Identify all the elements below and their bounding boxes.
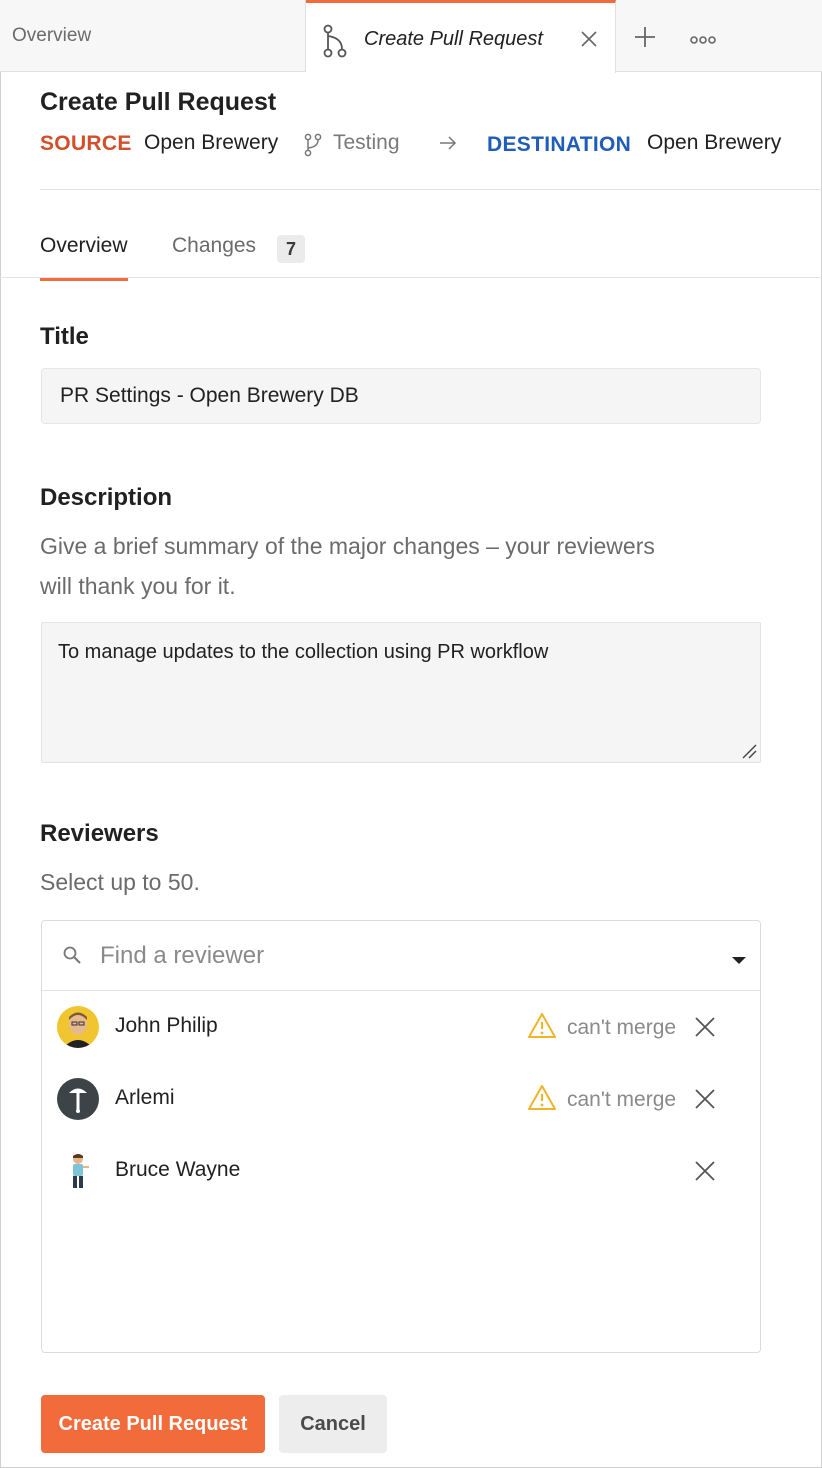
reviewer-row: John Philip can't merge <box>42 992 760 1064</box>
reviewer-search[interactable] <box>42 921 760 991</box>
remove-reviewer-icon[interactable] <box>694 1160 716 1187</box>
reviewer-status: can't merge <box>567 1088 677 1111</box>
plus-icon[interactable] <box>633 25 657 54</box>
search-icon <box>62 945 82 970</box>
tab-overview[interactable]: Overview <box>0 0 306 72</box>
reviewers-label: Reviewers <box>40 820 159 847</box>
description-label: Description <box>40 484 173 511</box>
tab-active-label: Create Pull Request <box>364 28 543 50</box>
reviewer-name: Bruce Wayne <box>115 1158 241 1181</box>
more-icon[interactable] <box>690 32 716 50</box>
branch-name: Testing <box>333 131 400 154</box>
branch-icon <box>322 24 348 63</box>
cancel-button[interactable]: Cancel <box>279 1395 387 1453</box>
remove-reviewer-icon[interactable] <box>694 1016 716 1043</box>
tab-overview-label: Overview <box>12 25 92 46</box>
reviewer-row: Arlemi can't merge <box>42 1064 760 1136</box>
caret-down-icon[interactable] <box>732 952 746 970</box>
avatar <box>57 1006 99 1048</box>
description-help-line-1: Give a brief summary of the major change… <box>40 533 655 559</box>
reviewer-picker: John Philip can't merge Arlem <box>41 920 761 1353</box>
warning-icon <box>527 1084 557 1116</box>
resize-handle-icon[interactable] <box>741 743 757 764</box>
reviewer-status: can't merge <box>567 1016 677 1039</box>
subtab-bar: Overview Changes 7 <box>0 230 822 281</box>
branch-icon <box>304 133 322 162</box>
reviewer-row: Bruce Wayne <box>42 1136 760 1208</box>
destination-value: Open Brewery <box>647 131 782 154</box>
warning-icon <box>527 1012 557 1044</box>
arrow-right-icon <box>438 135 458 156</box>
tab-changes[interactable]: Changes <box>172 234 256 258</box>
avatar <box>57 1078 99 1120</box>
reviewer-name: Arlemi <box>115 1086 175 1109</box>
avatar <box>57 1150 99 1192</box>
divider <box>40 189 822 190</box>
tab-overview-content[interactable]: Overview <box>40 234 128 281</box>
page-title: Create Pull Request <box>40 88 277 116</box>
changes-count-badge: 7 <box>277 235 305 263</box>
create-pull-request-button[interactable]: Create Pull Request <box>41 1395 265 1453</box>
tab-bar: Overview Create Pull Request <box>0 0 822 73</box>
description-textarea[interactable]: To manage updates to the collection usin… <box>41 622 761 763</box>
reviewers-help: Select up to 50. <box>40 869 200 895</box>
remove-reviewer-icon[interactable] <box>694 1088 716 1115</box>
tab-create-pull-request[interactable]: Create Pull Request <box>306 0 616 73</box>
title-input[interactable] <box>41 368 761 424</box>
description-help-line-2: will thank you for it. <box>40 573 236 599</box>
title-label: Title <box>40 323 89 350</box>
close-icon[interactable] <box>580 30 598 53</box>
source-label: SOURCE <box>40 132 132 155</box>
source-value: Open Brewery <box>144 131 279 154</box>
destination-label: DESTINATION <box>487 133 632 156</box>
source-destination-bar: SOURCE Open Brewery Testing DESTINATION … <box>40 128 820 162</box>
reviewer-search-input[interactable] <box>100 939 700 973</box>
reviewer-name: John Philip <box>115 1014 218 1037</box>
